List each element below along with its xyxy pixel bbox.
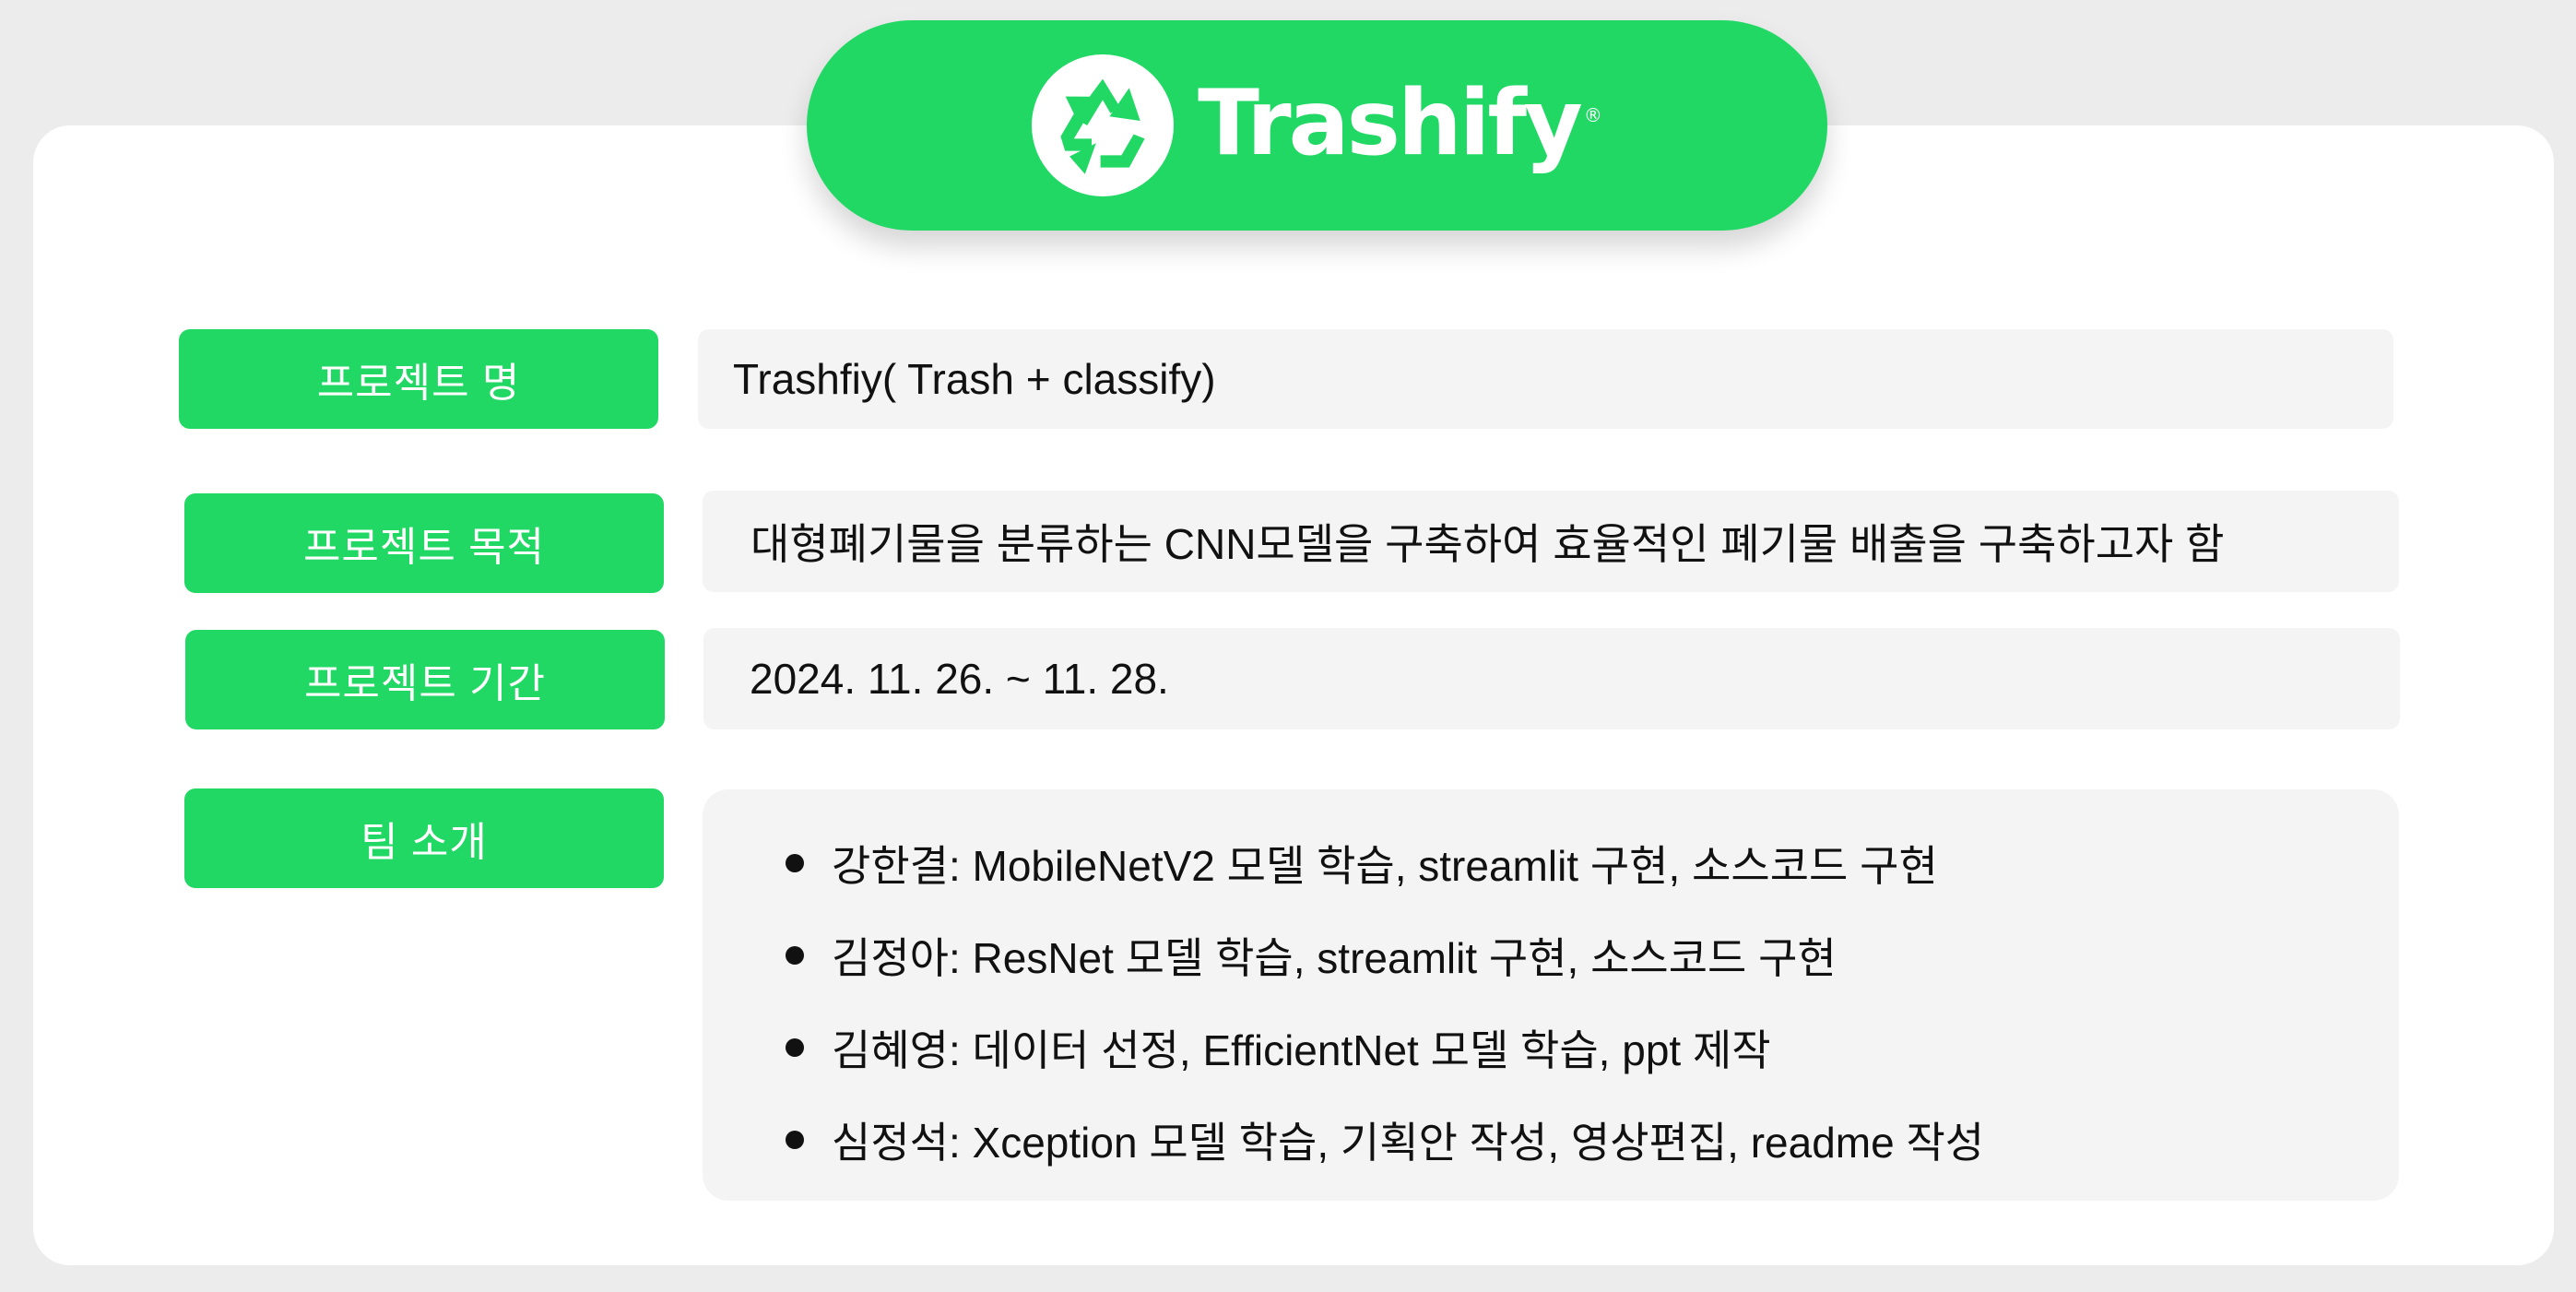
team-member-item: 김정아: ResNet 모델 학습, streamlit 구현, 소스코드 구현 — [786, 909, 1984, 1002]
logo: Trashify ® — [1032, 54, 1602, 196]
project-purpose-label: 프로젝트 목적 — [184, 493, 664, 593]
project-period-label: 프로젝트 기간 — [185, 630, 665, 729]
team-member-text: 김혜영: 데이터 선정, EfficientNet 모델 학습, ppt 제작 — [832, 1026, 1771, 1074]
registered-mark: ® — [1583, 104, 1602, 126]
brand-name: Trashify — [1198, 71, 1583, 176]
bullet-icon — [786, 854, 804, 872]
team-members-box: 강한결: MobileNetV2 모델 학습, streamlit 구현, 소스… — [703, 789, 2399, 1201]
recycle-icon — [1032, 54, 1175, 196]
bullet-icon — [786, 1038, 804, 1057]
team-member-text: 심정석: Xception 모델 학습, 기획안 작성, 영상편집, readm… — [832, 1119, 1985, 1167]
bullet-icon — [786, 1131, 804, 1149]
bullet-icon — [786, 946, 804, 965]
recycle-icon-graphic — [1060, 78, 1145, 174]
project-purpose-value: 대형폐기물을 분류하는 CNN모델을 구축하여 효율적인 폐기물 배출을 구축하… — [703, 491, 2399, 592]
project-name-label: 프로젝트 명 — [179, 329, 658, 429]
team-member-text: 김정아: ResNet 모델 학습, streamlit 구현, 소스코드 구현 — [832, 934, 1837, 982]
team-member-list: 강한결: MobileNetV2 모델 학습, streamlit 구현, 소스… — [786, 817, 1984, 1186]
project-period-value: 2024. 11. 26. ~ 11. 28. — [703, 628, 2400, 729]
team-intro-label: 팀 소개 — [184, 788, 664, 888]
team-member-text: 강한결: MobileNetV2 모델 학습, streamlit 구현, 소스… — [832, 842, 1938, 890]
team-member-item: 강한결: MobileNetV2 모델 학습, streamlit 구현, 소스… — [786, 817, 1984, 909]
team-member-item: 심정석: Xception 모델 학습, 기획안 작성, 영상편집, readm… — [786, 1094, 1984, 1186]
logo-banner: Trashify ® — [807, 20, 1827, 231]
team-member-item: 김혜영: 데이터 선정, EfficientNet 모델 학습, ppt 제작 — [786, 1002, 1984, 1094]
project-name-value: Trashfiy( Trash + classify) — [698, 329, 2393, 429]
